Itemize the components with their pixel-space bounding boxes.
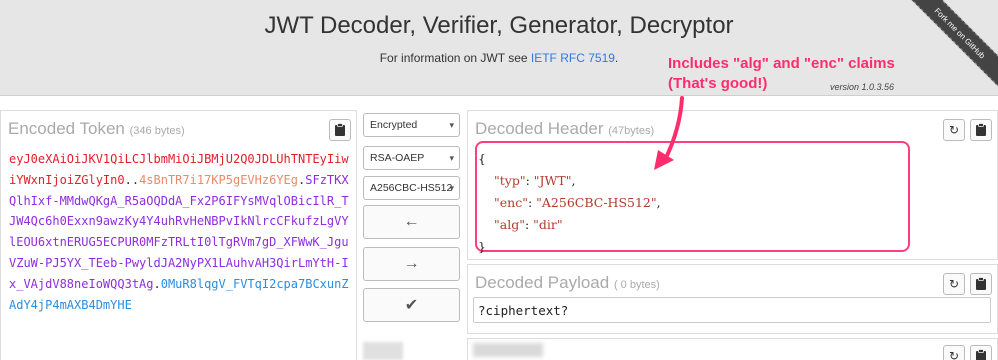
encode-button[interactable]: →	[363, 247, 460, 281]
copy-token-button[interactable]	[329, 119, 351, 141]
token-ciphertext-segment: SFzTKXQlhIxf-MMdwQKgA_R5aOQDdA_Fx2P6IFYs…	[9, 172, 349, 291]
clipboard-icon	[335, 123, 345, 136]
info-prefix: For information on JWT see	[379, 51, 531, 65]
decoded-payload-heading: Decoded Payload ( 0 bytes)	[475, 273, 660, 293]
refresh-icon: ↻	[948, 277, 960, 291]
token-dot: .	[131, 172, 140, 187]
page-title: JWT Decoder, Verifier, Generator, Decryp…	[264, 12, 734, 39]
token-dot: .	[153, 276, 161, 291]
refresh-icon: ↻	[948, 349, 960, 360]
json-value: "dir"	[533, 217, 563, 232]
chevron-down-icon: ▾	[449, 153, 454, 163]
decoded-payload-title: Decoded Payload	[475, 273, 610, 292]
reset-next-button[interactable]: ↻	[943, 345, 965, 360]
info-suffix: .	[614, 51, 619, 65]
annotation-line-2: (That's good!)	[668, 75, 768, 92]
middle-controls: Encrypted ▾ RSA-OAEP ▾ A256CBC-HS512 ▾ ←…	[363, 110, 461, 360]
json-key: "typ"	[494, 173, 526, 188]
encoded-token-panel: Encoded Token (346 bytes) eyJ0eXAiOiJKV1…	[0, 110, 357, 360]
json-close-brace: }	[478, 239, 486, 254]
decoded-header-json[interactable]: { "typ": "JWT", "enc": "A256CBC-HS512", …	[478, 148, 661, 258]
clipboard-icon	[976, 349, 986, 360]
json-line-typ: "typ": "JWT",	[494, 173, 576, 188]
enc-algorithm-value: A256CBC-HS512	[370, 182, 453, 194]
reset-header-button[interactable]: ↻	[943, 119, 965, 141]
enc-algorithm-select[interactable]: A256CBC-HS512 ▾	[363, 176, 460, 200]
encoded-token-size: (346 bytes)	[129, 125, 185, 137]
token-type-value: Encrypted	[370, 119, 418, 131]
refresh-icon: ↻	[948, 123, 960, 137]
reset-payload-button[interactable]: ↻	[943, 273, 965, 295]
clipboard-icon	[976, 123, 986, 136]
rfc-link[interactable]: IETF RFC 7519	[531, 51, 615, 65]
json-line-alg: "alg": "dir"	[494, 217, 563, 232]
decoded-header-size: (47bytes)	[608, 125, 655, 137]
json-key: "enc"	[494, 195, 528, 210]
decoded-payload-size: ( 0 bytes)	[613, 279, 660, 291]
token-type-select[interactable]: Encrypted ▾	[363, 113, 460, 137]
json-value: "JWT"	[533, 173, 572, 188]
arrow-right-icon: →	[403, 255, 420, 272]
key-algorithm-select[interactable]: RSA-OAEP ▾	[363, 146, 460, 170]
clipboard-icon	[976, 277, 986, 290]
encoded-token-heading: Encoded Token (346 bytes)	[8, 119, 185, 139]
jwt-tool-page: JWT Decoder, Verifier, Generator, Decryp…	[0, 0, 998, 360]
redacted-label	[363, 342, 403, 360]
copy-next-button[interactable]	[970, 345, 992, 360]
json-open-brace: {	[478, 151, 486, 166]
chevron-down-icon: ▾	[449, 183, 454, 193]
json-key: "alg"	[494, 217, 525, 232]
arrow-left-icon: ←	[403, 213, 420, 230]
verify-button[interactable]: ✔	[363, 288, 460, 322]
encoded-token-text[interactable]: eyJ0eXAiOiJKV1QiLCJlbmMiOiJBMjU2Q0JDLUhT…	[9, 149, 354, 315]
annotation-line-1: Includes "alg" and "enc" claims	[668, 55, 895, 72]
checkmark-icon: ✔	[404, 297, 419, 314]
next-panel: ↻	[467, 338, 998, 360]
key-algorithm-value: RSA-OAEP	[370, 152, 425, 164]
copy-header-button[interactable]	[970, 119, 992, 141]
chevron-down-icon: ▾	[449, 120, 454, 130]
annotation-callout: Includes "alg" and "enc" claims (That's …	[668, 54, 895, 94]
redacted-heading	[473, 343, 543, 357]
decoded-payload-value: ?ciphertext?	[478, 303, 569, 318]
decoded-header-heading: Decoded Header (47bytes)	[475, 119, 654, 139]
json-line-enc: "enc": "A256CBC-HS512",	[494, 195, 661, 210]
json-value: "A256CBC-HS512"	[536, 195, 657, 210]
decoded-header-title: Decoded Header	[475, 119, 604, 138]
decode-button[interactable]: ←	[363, 205, 460, 239]
encoded-token-title: Encoded Token	[8, 119, 125, 138]
copy-payload-button[interactable]	[970, 273, 992, 295]
token-dot: .	[124, 172, 132, 187]
token-iv-segment: 4sBnTR7i17KP5gEVHz6YEg	[139, 172, 299, 187]
